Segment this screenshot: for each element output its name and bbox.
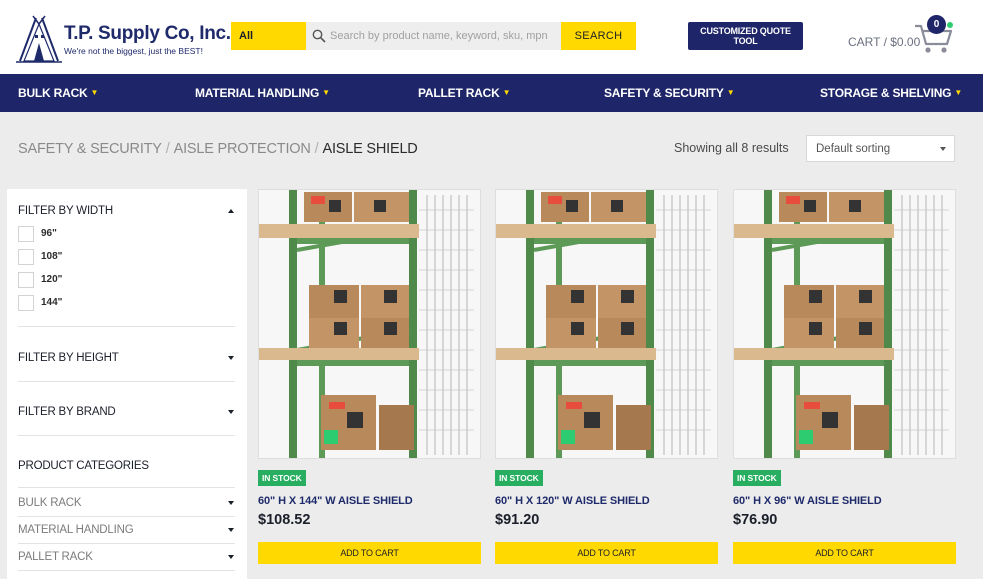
chevron-down-icon[interactable] <box>228 528 234 532</box>
caret-down-icon: ▼ <box>502 88 511 97</box>
sort-selected-value: Default sorting <box>816 143 891 155</box>
caret-down-icon: ▼ <box>954 88 963 97</box>
chevron-down-icon[interactable] <box>228 501 234 505</box>
product-image-link[interactable] <box>733 189 956 459</box>
sidebar-divider <box>18 487 235 488</box>
logo-tagline: We're not the biggest, just the BEST! <box>64 46 203 56</box>
checkbox[interactable] <box>18 272 34 288</box>
category-item-pallet-rack[interactable]: PALLET RACK <box>18 551 93 563</box>
product-image-link[interactable] <box>495 189 718 459</box>
sort-select[interactable]: Default sorting <box>806 135 955 162</box>
sidebar-divider <box>18 570 235 571</box>
sidebar-divider <box>18 543 235 544</box>
sidebar-divider <box>18 381 235 382</box>
filter-option-label: 108" <box>41 251 63 262</box>
product-categories-title: PRODUCT CATEGORIES <box>18 460 149 472</box>
cart-count-badge: 0 <box>927 15 946 34</box>
search-category-select[interactable]: All <box>231 22 306 50</box>
product-title-link[interactable]: 60" H X 96" W AISLE SHIELD <box>733 495 882 507</box>
category-item-material-handling[interactable]: MATERIAL HANDLING <box>18 524 134 536</box>
add-to-cart-button[interactable]: ADD TO CART <box>258 542 481 564</box>
in-stock-badge: IN STOCK <box>495 470 543 486</box>
checkbox[interactable] <box>18 249 34 265</box>
nav-item-label: SAFETY & SECURITY <box>604 86 724 100</box>
checkbox[interactable] <box>18 295 34 311</box>
add-to-cart-button[interactable]: ADD TO CART <box>495 542 718 564</box>
results-count: Showing all 8 results <box>674 141 789 155</box>
site-header: T.P. Supply Co, Inc. We're not the bigge… <box>0 0 983 74</box>
cart-status-dot <box>947 22 953 28</box>
nav-item-material-handling[interactable]: MATERIAL HANDLING ▼ <box>195 86 330 100</box>
category-item-bulk-rack[interactable]: BULK RACK <box>18 497 82 509</box>
filter-option-label: 144" <box>41 297 63 308</box>
customized-quote-button[interactable]: CUSTOMIZED QUOTE TOOL <box>688 22 803 50</box>
breadcrumb: SAFETY & SECURITY / AISLE PROTECTION / AISLE… <box>18 141 418 157</box>
nav-item-label: PALLET RACK <box>418 86 500 100</box>
breadcrumb-link[interactable]: SAFETY & SECURITY <box>18 141 162 157</box>
sidebar-divider <box>18 435 235 436</box>
nav-item-label: STORAGE & SHELVING <box>820 86 952 100</box>
chevron-down-icon <box>940 147 946 151</box>
in-stock-badge: IN STOCK <box>733 470 781 486</box>
nav-item-safety-security[interactable]: SAFETY & SECURITY ▼ <box>604 86 735 100</box>
filter-option-label: 96" <box>41 228 57 239</box>
caret-down-icon: ▼ <box>90 88 99 97</box>
product-image <box>496 190 717 458</box>
nav-item-label: MATERIAL HANDLING <box>195 86 320 100</box>
chevron-down-icon[interactable] <box>228 356 234 360</box>
filter-brand-title[interactable]: FILTER BY BRAND <box>18 406 116 418</box>
breadcrumb-separator: / <box>314 141 319 157</box>
product-title-link[interactable]: 60" H X 120" W AISLE SHIELD <box>495 495 650 507</box>
search-box <box>306 22 561 50</box>
nav-item-pallet-rack[interactable]: PALLET RACK ▼ <box>418 86 510 100</box>
search-button[interactable]: SEARCH <box>561 22 636 50</box>
product-image-link[interactable] <box>258 189 481 459</box>
breadcrumb-link[interactable]: AISLE PROTECTION <box>174 141 311 157</box>
product-price: $91.20 <box>495 512 540 528</box>
sidebar-divider <box>18 326 235 327</box>
site-logo[interactable]: T.P. Supply Co, Inc. We're not the bigge… <box>16 15 231 65</box>
product-price: $76.90 <box>733 512 778 528</box>
add-to-cart-button[interactable]: ADD TO CART <box>733 542 956 564</box>
search-input[interactable] <box>330 22 558 50</box>
chevron-down-icon[interactable] <box>228 555 234 559</box>
product-title-link[interactable]: 60" H X 144" W AISLE SHIELD <box>258 495 413 507</box>
tent-logo-icon <box>16 15 62 63</box>
filter-sidebar: FILTER BY WIDTH 96" 108" 120" 144" FILTE… <box>7 189 247 579</box>
product-image <box>734 190 955 458</box>
logo-name: T.P. Supply Co, Inc. <box>64 23 231 44</box>
product-image <box>259 190 480 458</box>
caret-down-icon: ▼ <box>322 88 330 97</box>
checkbox[interactable] <box>18 226 34 242</box>
in-stock-badge: IN STOCK <box>258 470 306 486</box>
filter-height-title[interactable]: FILTER BY HEIGHT <box>18 352 119 364</box>
nav-item-storage-shelving[interactable]: STORAGE & SHELVING ▼ <box>820 86 962 100</box>
sidebar-divider <box>18 516 235 517</box>
filter-option-label: 120" <box>41 274 63 285</box>
caret-down-icon: ▼ <box>726 88 735 97</box>
nav-item-label: BULK RACK <box>18 86 88 100</box>
chevron-up-icon[interactable] <box>228 209 234 213</box>
product-price: $108.52 <box>258 512 311 528</box>
search-icon <box>312 29 326 43</box>
chevron-down-icon[interactable] <box>228 410 234 414</box>
breadcrumb-separator: / <box>165 141 170 157</box>
cart-total-link[interactable]: CART / $0.00 <box>848 35 920 49</box>
main-navigation: BULK RACK ▼ MATERIAL HANDLING ▼ PALLET RAC… <box>0 74 983 112</box>
filter-width-title[interactable]: FILTER BY WIDTH <box>18 205 113 217</box>
breadcrumb-current: AISLE SHIELD <box>322 141 418 157</box>
nav-item-bulk-rack[interactable]: BULK RACK ▼ <box>18 86 98 100</box>
